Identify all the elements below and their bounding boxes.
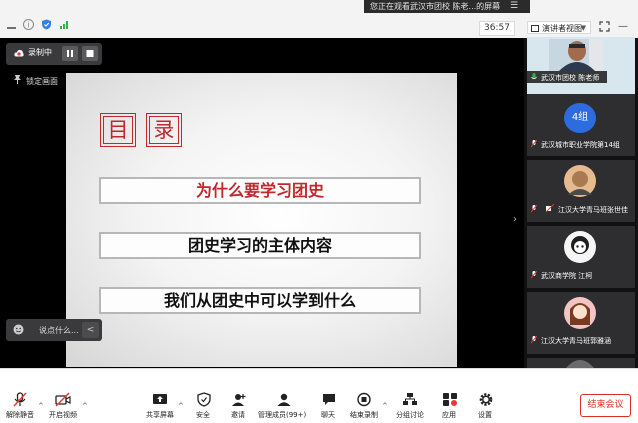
- microphone-muted-icon: [531, 336, 537, 344]
- microphone-muted-icon[interactable]: [12, 392, 28, 407]
- view-mode-dropdown[interactable]: 演讲者视图 ▼: [527, 21, 591, 34]
- toc-char: 目: [100, 113, 136, 147]
- start-video-button[interactable]: 开启视频: [49, 410, 77, 420]
- apps-button[interactable]: 应用: [442, 410, 456, 420]
- record-icon[interactable]: [356, 392, 372, 407]
- grid-view-icon: [531, 25, 539, 32]
- breakout-button[interactable]: 分组讨论: [396, 410, 424, 420]
- chevron-up-icon[interactable]: ^: [82, 402, 88, 410]
- chat-input[interactable]: 说点什么...: [39, 325, 79, 336]
- minimize-window-icon[interactable]: [6, 19, 17, 30]
- shield-icon[interactable]: [41, 19, 52, 30]
- toc-item-1: 为什么要学习团史: [99, 177, 421, 204]
- manage-members-button[interactable]: 管理成员(99+): [258, 410, 306, 420]
- pause-recording-button[interactable]: [62, 46, 78, 61]
- gear-icon[interactable]: [478, 392, 494, 407]
- stop-recording-button[interactable]: [82, 46, 98, 61]
- shield-icon[interactable]: [196, 392, 212, 407]
- pause-icon: [67, 50, 73, 57]
- microphone-icon: [531, 73, 537, 80]
- participant-avatar: [566, 360, 594, 368]
- participant-name: 武汉商学院 江柯: [541, 272, 593, 280]
- unmute-button[interactable]: 解除静音: [6, 410, 34, 420]
- participant-avatar: 4组: [564, 103, 596, 133]
- add-user-icon[interactable]: [231, 392, 247, 407]
- security-button[interactable]: 安全: [196, 410, 210, 420]
- menu-icon[interactable]: ☰: [510, 1, 518, 11]
- participant-name: 武汉市团校 陈老师: [541, 74, 600, 82]
- share-screen-button[interactable]: 共享屏幕: [146, 410, 174, 420]
- toc-char: 录: [146, 113, 182, 147]
- chevron-up-icon[interactable]: ^: [38, 402, 44, 410]
- microphone-muted-icon: [531, 271, 537, 279]
- apps-icon[interactable]: [442, 392, 458, 407]
- emoji-icon[interactable]: [13, 324, 24, 335]
- invite-button[interactable]: 邀请: [231, 410, 245, 420]
- chevron-up-icon[interactable]: ^: [382, 402, 388, 410]
- toc-item-2: 团史学习的主体内容: [99, 232, 421, 259]
- participant-name: 江汉大学青马班张世佳: [558, 206, 628, 214]
- participant-video: [549, 39, 603, 71]
- fullscreen-icon[interactable]: [599, 21, 610, 32]
- end-meeting-button[interactable]: 结束会议: [580, 394, 631, 417]
- chat-button[interactable]: 聊天: [321, 410, 335, 420]
- chevron-down-icon: ▼: [580, 24, 586, 32]
- participant-avatar: [564, 231, 596, 263]
- chevron-up-icon[interactable]: ^: [178, 402, 184, 410]
- participant-avatar: [564, 297, 596, 329]
- chevron-right-icon[interactable]: ›: [513, 214, 517, 225]
- meeting-timer: 36:57: [479, 21, 515, 36]
- svg-text:i: i: [27, 21, 29, 30]
- breakout-rooms-icon[interactable]: [402, 392, 418, 407]
- camera-off-icon: [546, 204, 554, 212]
- microphone-muted-icon: [531, 205, 537, 213]
- view-mode-label: 演讲者视图: [542, 24, 582, 33]
- settings-button[interactable]: 设置: [478, 410, 492, 420]
- chat-icon[interactable]: [321, 392, 337, 407]
- participant-name: 江汉大学青马班郭雅涵: [541, 337, 611, 345]
- microphone-muted-icon: [531, 140, 537, 148]
- collapse-chat-button[interactable]: <: [82, 322, 99, 338]
- video-off-icon[interactable]: [55, 392, 71, 407]
- users-icon[interactable]: [276, 392, 292, 407]
- end-recording-button[interactable]: 结束录制: [350, 410, 378, 420]
- pin-icon: [14, 75, 21, 84]
- bottom-toolbar: [0, 368, 638, 423]
- toc-item-3: 我们从团史中可以学到什么: [99, 287, 421, 314]
- window-minimize-icon[interactable]: —: [618, 21, 628, 32]
- stop-icon: [86, 50, 94, 57]
- share-screen-icon[interactable]: [152, 392, 168, 407]
- recording-status: 录制中: [28, 48, 52, 57]
- signal-strength-icon: [60, 21, 68, 29]
- screen-share-banner[interactable]: 您正在观看武汉市团校 陈老...的屏幕: [364, 0, 530, 13]
- participant-avatar: [564, 165, 596, 197]
- cloud-recording-icon: [14, 49, 24, 57]
- participant-name: 武汉城市职业学院第14组: [541, 141, 620, 149]
- lock-screen-button[interactable]: 锁定画面: [26, 76, 58, 87]
- info-icon[interactable]: i: [23, 19, 34, 30]
